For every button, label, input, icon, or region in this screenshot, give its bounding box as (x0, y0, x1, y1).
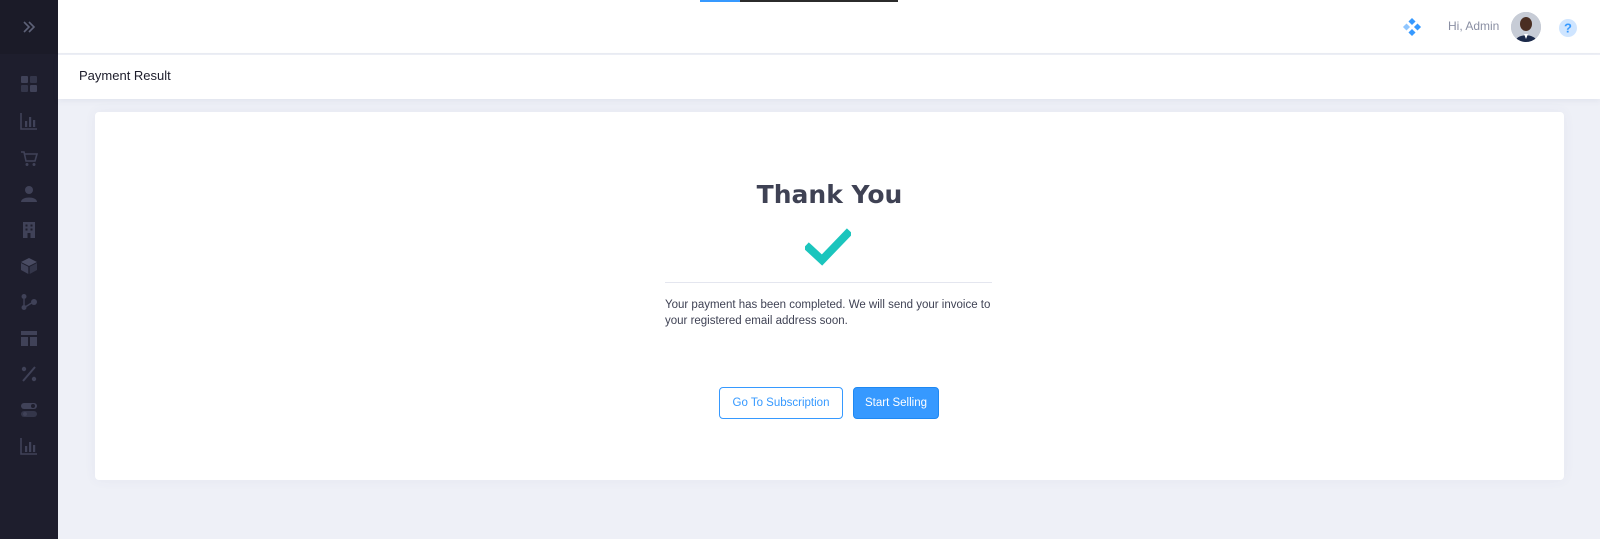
sidebar-item-layout[interactable] (9, 324, 49, 352)
box-icon (21, 258, 37, 274)
checkmark-icon (805, 228, 851, 266)
sidebar (0, 0, 58, 539)
sidebar-item-products[interactable] (9, 252, 49, 280)
percent-icon (21, 366, 37, 382)
svg-text:?: ? (1564, 21, 1572, 36)
user-photo (1511, 12, 1541, 42)
sidebar-toggle-button[interactable] (0, 0, 58, 54)
divider (665, 282, 992, 283)
toggle-icon (21, 403, 37, 417)
result-message: Your payment has been completed. We will… (665, 299, 991, 327)
sidebar-item-settings[interactable] (9, 396, 49, 424)
building-icon (23, 222, 35, 238)
chevron-double-right-icon (23, 21, 36, 33)
nodes-icon (21, 294, 37, 310)
sidebar-item-reports[interactable] (9, 107, 49, 135)
result-title: Thank You (756, 180, 903, 209)
apps-diamond-icon[interactable] (1402, 17, 1422, 37)
question-circle-icon[interactable]: ? (1558, 18, 1578, 38)
loading-bar-progress (700, 0, 740, 2)
subheader: Payment Result (58, 55, 1600, 99)
sidebar-item-analytics[interactable] (9, 432, 49, 460)
grid-icon (21, 76, 37, 92)
bar-chart-icon (20, 113, 37, 130)
bar-chart-icon (20, 438, 37, 455)
user-greeting[interactable]: Hi, Admin (1448, 19, 1499, 33)
user-icon (21, 186, 37, 202)
sidebar-item-integrations[interactable] (9, 288, 49, 316)
top-header: Hi, Admin ? (58, 0, 1600, 54)
start-selling-button[interactable]: Start Selling (853, 387, 939, 419)
loading-bar-track (740, 0, 898, 2)
table-icon (21, 331, 37, 346)
sidebar-item-stores[interactable] (9, 216, 49, 244)
payment-result-card: Thank You Your payment has been complete… (95, 112, 1564, 480)
cart-icon (21, 151, 38, 166)
sidebar-item-customers[interactable] (9, 180, 49, 208)
sidebar-item-orders[interactable] (9, 144, 49, 172)
page-title: Payment Result (79, 68, 171, 83)
sidebar-item-dashboard[interactable] (9, 70, 49, 98)
go-to-subscription-button[interactable]: Go To Subscription (719, 387, 843, 419)
avatar[interactable] (1511, 12, 1541, 42)
sidebar-item-discounts[interactable] (9, 360, 49, 388)
